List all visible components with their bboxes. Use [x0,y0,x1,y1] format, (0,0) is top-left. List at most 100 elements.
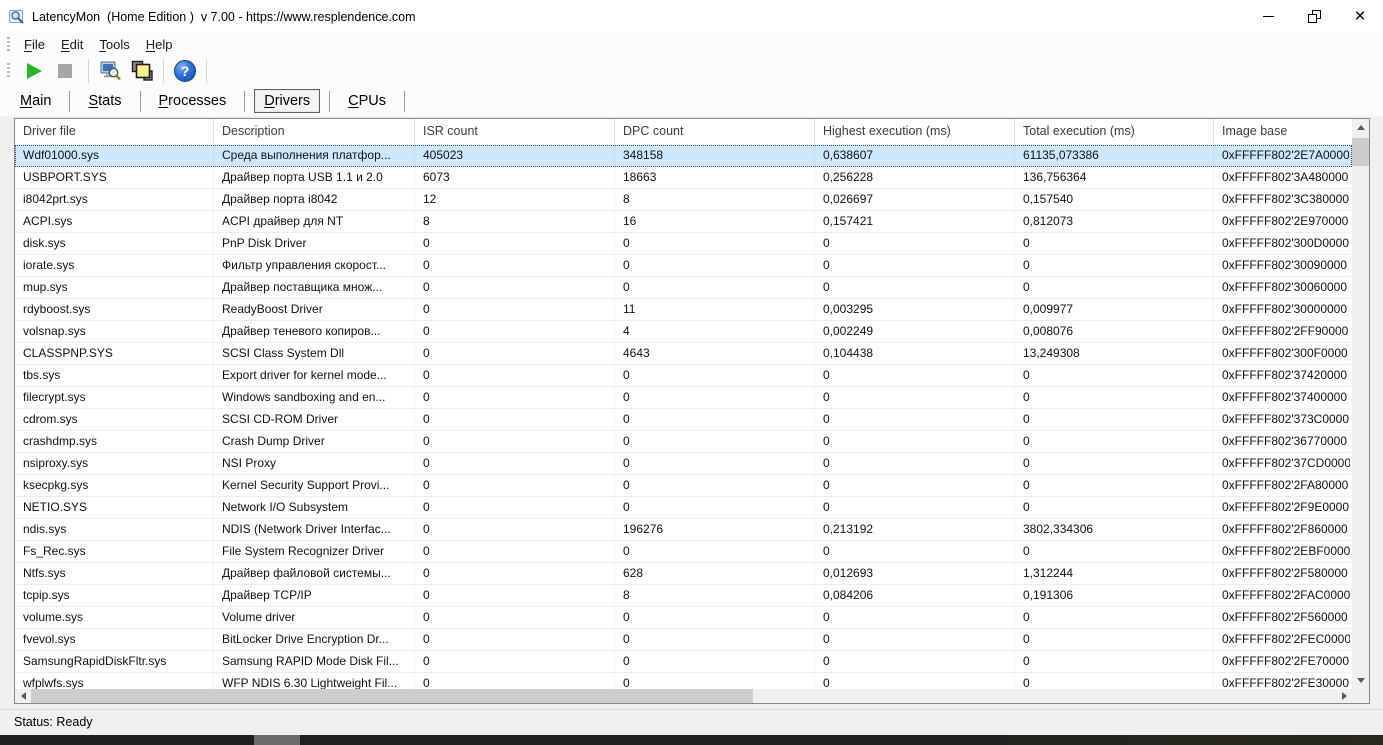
column-header-image-base[interactable]: Image base [1214,119,1350,144]
column-header-description[interactable]: Description [214,119,415,144]
table-row[interactable]: USBPORT.SYS Драйвер порта USB 1.1 и 2.0 60… [15,167,1352,189]
table-row[interactable]: ksecpkg.sys Kernel Security Support Provi… [15,475,1352,497]
cell-isr-count: 405023 [415,145,615,167]
table-row[interactable]: Wdf01000.sys Среда выполнения платфор... 4… [15,145,1352,167]
column-header-driver-file[interactable]: Driver file [15,119,214,144]
cell-driver-file: iorate.sys [15,255,214,277]
cell-total-execution: 13,249308 [1015,343,1214,365]
start-monitor-button[interactable] [27,62,42,79]
table-row[interactable]: cdrom.sys SCSI CD-ROM Driver 0 0 0 0 0xFFFFF80… [15,409,1352,431]
table-row[interactable]: SamsungRapidDiskFltr.sys Samsung RAPID Mo… [15,651,1352,673]
table-row[interactable]: iorate.sys Фильтр управления скорост... 0 0… [15,255,1352,277]
cell-dpc-count: 0 [615,255,815,277]
menu-item-edit[interactable]: Edit [53,35,91,54]
table-row[interactable]: tbs.sys Export driver for kernel mode... 0… [15,365,1352,387]
cell-image-base: 0xFFFFF802'37420000 [1214,365,1350,387]
cell-highest-execution: 0,256228 [815,167,1015,189]
column-header-highest-execution[interactable]: Highest execution (ms) [815,119,1015,144]
table-row[interactable]: wfplwfs.sys WFP NDIS 6.30 Lightweight Fil… [15,673,1352,689]
close-button[interactable]: × [1337,0,1383,33]
cell-driver-file: nsiproxy.sys [15,453,214,475]
column-header-isr-count[interactable]: ISR count [415,119,615,144]
table-row[interactable]: volsnap.sys Драйвер теневого копиров... 0 4… [15,321,1352,343]
cell-total-execution: 0 [1015,497,1214,519]
tab-cpus[interactable]: CPUs [339,90,395,112]
cell-image-base: 0xFFFFF802'2F580000 [1214,563,1350,585]
cell-total-execution: 3802,334306 [1015,519,1214,541]
cell-driver-file: volsnap.sys [15,321,214,343]
cell-driver-file: NETIO.SYS [15,497,214,519]
table-row[interactable]: ACPI.sys ACPI драйвер для NT 8 16 0,157421 0,… [15,211,1352,233]
scroll-left-icon[interactable] [15,689,31,703]
table-row[interactable]: NETIO.SYS Network I/O Subsystem 0 0 0 0 0xFFFF… [15,497,1352,519]
minimize-button[interactable] [1245,0,1291,33]
vertical-scrollbar-thumb[interactable] [1352,138,1369,166]
report-button[interactable] [129,59,155,83]
cell-dpc-count: 348158 [615,145,815,167]
tab-stats[interactable]: Stats [79,90,130,112]
help-button[interactable]: ? [174,59,196,82]
cell-description: Фильтр управления скорост... [214,255,415,277]
table-row[interactable]: Ntfs.sys Драйвер файловой системы... 0 628 0… [15,563,1352,585]
tab-main[interactable]: Main [11,90,60,112]
cell-dpc-count: 196276 [615,519,815,541]
cell-dpc-count: 4643 [615,343,815,365]
menu-item-tools[interactable]: Tools [91,35,137,54]
cell-dpc-count: 16 [615,211,815,233]
menu-item-help[interactable]: Help [138,35,181,54]
cell-isr-count: 0 [415,629,615,651]
column-header-dpc-count[interactable]: DPC count [615,119,815,144]
cell-driver-file: SamsungRapidDiskFltr.sys [15,651,214,673]
cell-description: Драйвер теневого копиров... [214,321,415,343]
table-row[interactable]: i8042prt.sys Драйвер порта i8042 12 8 0,0266… [15,189,1352,211]
cell-description: SCSI CD-ROM Driver [214,409,415,431]
cell-driver-file: Ntfs.sys [15,563,214,585]
cell-description: Kernel Security Support Provi... [214,475,415,497]
cell-image-base: 0xFFFFF802'3A480000 [1214,167,1350,189]
cell-description: ReadyBoost Driver [214,299,415,321]
tab-drivers[interactable]: Drivers [254,89,321,113]
stop-monitor-button[interactable] [58,63,72,78]
toolbar-grip-icon[interactable] [7,63,10,78]
table-row[interactable]: disk.sys PnP Disk Driver 0 0 0 0 0xFFFFF802'30… [15,233,1352,255]
cell-description: ACPI драйвер для NT [214,211,415,233]
table-row[interactable]: fvevol.sys BitLocker Drive Encryption Dr.… [15,629,1352,651]
cell-description: NSI Proxy [214,453,415,475]
table-row[interactable]: volume.sys Volume driver 0 0 0 0 0xFFFFF802'2F… [15,607,1352,629]
cell-driver-file: tbs.sys [15,365,214,387]
column-header-total-execution[interactable]: Total execution (ms) [1015,119,1214,144]
cell-dpc-count: 4 [615,321,815,343]
table-row[interactable]: crashdmp.sys Crash Dump Driver 0 0 0 0 0xFFFFF… [15,431,1352,453]
table-row[interactable]: nsiproxy.sys NSI Proxy 0 0 0 0 0xFFFFF802'37CD… [15,453,1352,475]
table-row[interactable]: CLASSPNP.SYS SCSI Class System Dll 0 4643 0,… [15,343,1352,365]
table-row[interactable]: mup.sys Драйвер поставщика множ... 0 0 0 0 0xF… [15,277,1352,299]
toolbar-separator [88,58,89,83]
table-row[interactable]: tcpip.sys Драйвер TCP/IP 0 8 0,084206 0,19130… [15,585,1352,607]
cell-image-base: 0xFFFFF802'30090000 [1214,255,1350,277]
cell-isr-count: 0 [415,343,615,365]
scroll-right-icon[interactable] [1336,689,1352,703]
scroll-up-icon[interactable] [1352,119,1369,136]
menu-item-file[interactable]: File [16,35,53,54]
cell-total-execution: 0 [1015,255,1214,277]
horizontal-scrollbar-thumb[interactable] [31,689,753,703]
restore-button[interactable] [1291,0,1337,33]
cell-total-execution: 0 [1015,607,1214,629]
scroll-down-icon[interactable] [1352,672,1369,689]
horizontal-scrollbar[interactable] [15,689,1352,703]
cell-highest-execution: 0 [815,651,1015,673]
cell-image-base: 0xFFFFF802'2FAC0000 [1214,585,1350,607]
cell-driver-file: ksecpkg.sys [15,475,214,497]
tab-processes[interactable]: Processes [150,90,236,112]
cell-highest-execution: 0 [815,629,1015,651]
cell-driver-file: Wdf01000.sys [15,145,214,167]
cell-dpc-count: 0 [615,673,815,689]
monitor-analyze-button[interactable] [97,59,123,83]
table-row[interactable]: Fs_Rec.sys File System Recognizer Driver 0… [15,541,1352,563]
cell-image-base: 0xFFFFF802'37400000 [1214,387,1350,409]
vertical-scrollbar[interactable] [1352,119,1369,689]
table-row[interactable]: rdyboost.sys ReadyBoost Driver 0 11 0,003295… [15,299,1352,321]
table-row[interactable]: ndis.sys NDIS (Network Driver Interfac...… [15,519,1352,541]
cell-isr-count: 12 [415,189,615,211]
table-row[interactable]: filecrypt.sys Windows sandboxing and en..… [15,387,1352,409]
